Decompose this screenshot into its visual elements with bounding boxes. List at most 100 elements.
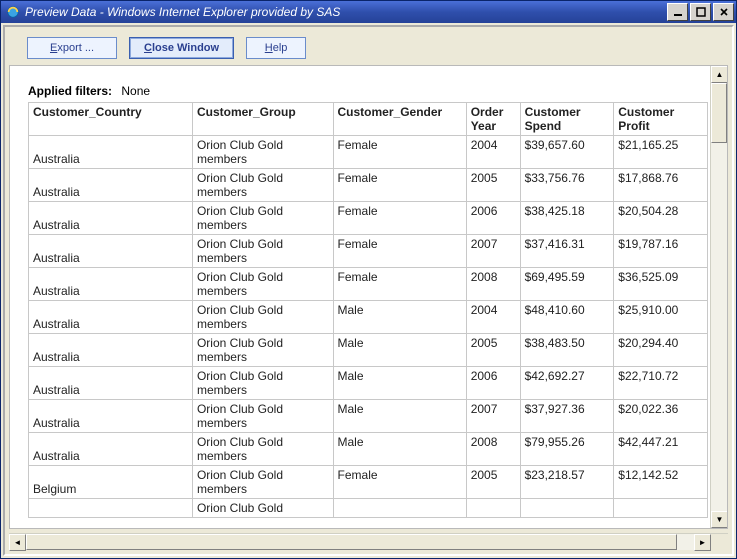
cell-country: Australia bbox=[29, 301, 193, 334]
export-button[interactable]: EExport ...xport ... bbox=[27, 37, 117, 59]
cell-group: Orion Club Gold members bbox=[192, 400, 333, 433]
cell-profit: $42,447.21 bbox=[614, 433, 708, 466]
main-area: Applied filters: None Customer_Country C… bbox=[9, 65, 728, 529]
cell-profit: $20,294.40 bbox=[614, 334, 708, 367]
cell-gender: Female bbox=[333, 169, 466, 202]
table-row[interactable]: Orion Club Gold bbox=[29, 499, 708, 518]
viewport: Applied filters: None Customer_Country C… bbox=[10, 66, 710, 528]
table-row[interactable]: AustraliaOrion Club Gold membersMale2004… bbox=[29, 301, 708, 334]
cell-group: Orion Club Gold members bbox=[192, 169, 333, 202]
cell-year: 2008 bbox=[466, 433, 520, 466]
cell-group: Orion Club Gold bbox=[192, 499, 333, 518]
cell-gender: Female bbox=[333, 235, 466, 268]
cell-year: 2008 bbox=[466, 268, 520, 301]
scroll-up-button[interactable]: ▲ bbox=[711, 66, 728, 83]
hscroll-thumb[interactable] bbox=[26, 534, 677, 550]
cell-spend: $38,483.50 bbox=[520, 334, 614, 367]
toolbar: EExport ...xport ... Close Window Help bbox=[5, 27, 732, 65]
cell-spend: $23,218.57 bbox=[520, 466, 614, 499]
filters-label: Applied filters: bbox=[28, 84, 112, 98]
titlebar[interactable]: Preview Data - Windows Internet Explorer… bbox=[1, 1, 736, 23]
content-frame: EExport ...xport ... Close Window Help A… bbox=[3, 25, 734, 556]
table-row[interactable]: AustraliaOrion Club Gold membersFemale20… bbox=[29, 268, 708, 301]
cell-country: Australia bbox=[29, 136, 193, 169]
cell-year: 2007 bbox=[466, 400, 520, 433]
cell-year: 2006 bbox=[466, 367, 520, 400]
help-button[interactable]: Help bbox=[246, 37, 306, 59]
cell-gender: Male bbox=[333, 400, 466, 433]
col-header-year[interactable]: Order Year bbox=[466, 103, 520, 136]
table-row[interactable]: AustraliaOrion Club Gold membersFemale20… bbox=[29, 235, 708, 268]
vertical-scrollbar[interactable]: ▲ ▼ bbox=[710, 66, 727, 528]
cell-gender: Male bbox=[333, 367, 466, 400]
cell-year: 2005 bbox=[466, 334, 520, 367]
col-header-country[interactable]: Customer_Country bbox=[29, 103, 193, 136]
cell-country: Australia bbox=[29, 334, 193, 367]
col-header-gender[interactable]: Customer_Gender bbox=[333, 103, 466, 136]
cell-country: Australia bbox=[29, 433, 193, 466]
col-header-spend[interactable]: Customer Spend bbox=[520, 103, 614, 136]
table-row[interactable]: AustraliaOrion Club Gold membersFemale20… bbox=[29, 136, 708, 169]
table-row[interactable]: BelgiumOrion Club Gold membersFemale2005… bbox=[29, 466, 708, 499]
cell-year: 2006 bbox=[466, 202, 520, 235]
cell-gender: Male bbox=[333, 433, 466, 466]
table-row[interactable]: AustraliaOrion Club Gold membersMale2005… bbox=[29, 334, 708, 367]
hscroll-track[interactable] bbox=[26, 534, 694, 550]
scroll-down-button[interactable]: ▼ bbox=[711, 511, 728, 528]
cell-year: 2005 bbox=[466, 466, 520, 499]
vscroll-track[interactable] bbox=[711, 83, 727, 511]
filters-value: None bbox=[121, 84, 150, 98]
cell-group: Orion Club Gold members bbox=[192, 367, 333, 400]
cell-gender: Female bbox=[333, 268, 466, 301]
cell-spend: $37,927.36 bbox=[520, 400, 614, 433]
table-row[interactable]: AustraliaOrion Club Gold membersMale2008… bbox=[29, 433, 708, 466]
cell-country: Australia bbox=[29, 367, 193, 400]
close-window-button[interactable]: Close Window bbox=[129, 37, 234, 59]
cell-year bbox=[466, 499, 520, 518]
cell-gender: Female bbox=[333, 202, 466, 235]
scroll-right-button[interactable]: ► bbox=[694, 534, 711, 551]
cell-spend: $37,416.31 bbox=[520, 235, 614, 268]
minimize-button[interactable] bbox=[667, 3, 688, 21]
cell-country bbox=[29, 499, 193, 518]
cell-profit: $20,022.36 bbox=[614, 400, 708, 433]
cell-group: Orion Club Gold members bbox=[192, 268, 333, 301]
cell-profit: $12,142.52 bbox=[614, 466, 708, 499]
table-row[interactable]: AustraliaOrion Club Gold membersMale2007… bbox=[29, 400, 708, 433]
table-row[interactable]: AustraliaOrion Club Gold membersMale2006… bbox=[29, 367, 708, 400]
window-buttons bbox=[667, 3, 734, 21]
window-title: Preview Data - Windows Internet Explorer… bbox=[25, 5, 667, 19]
cell-country: Australia bbox=[29, 268, 193, 301]
cell-gender: Male bbox=[333, 334, 466, 367]
horizontal-scrollbar[interactable]: ◄ ► bbox=[9, 533, 728, 550]
cell-profit: $25,910.00 bbox=[614, 301, 708, 334]
cell-year: 2007 bbox=[466, 235, 520, 268]
close-button[interactable] bbox=[713, 3, 734, 21]
scrollbar-corner bbox=[711, 534, 728, 551]
cell-spend: $79,955.26 bbox=[520, 433, 614, 466]
cell-group: Orion Club Gold members bbox=[192, 433, 333, 466]
cell-year: 2004 bbox=[466, 136, 520, 169]
cell-spend: $48,410.60 bbox=[520, 301, 614, 334]
cell-spend: $69,495.59 bbox=[520, 268, 614, 301]
maximize-button[interactable] bbox=[690, 3, 711, 21]
cell-year: 2005 bbox=[466, 169, 520, 202]
cell-group: Orion Club Gold members bbox=[192, 334, 333, 367]
cell-gender bbox=[333, 499, 466, 518]
scroll-left-button[interactable]: ◄ bbox=[9, 534, 26, 551]
cell-group: Orion Club Gold members bbox=[192, 202, 333, 235]
col-header-group[interactable]: Customer_Group bbox=[192, 103, 333, 136]
table-row[interactable]: AustraliaOrion Club Gold membersFemale20… bbox=[29, 202, 708, 235]
cell-group: Orion Club Gold members bbox=[192, 136, 333, 169]
cell-country: Australia bbox=[29, 400, 193, 433]
cell-country: Australia bbox=[29, 202, 193, 235]
table-body: AustraliaOrion Club Gold membersFemale20… bbox=[29, 136, 708, 518]
cell-profit: $22,710.72 bbox=[614, 367, 708, 400]
cell-country: Belgium bbox=[29, 466, 193, 499]
cell-spend bbox=[520, 499, 614, 518]
ie-icon bbox=[5, 4, 21, 20]
table-row[interactable]: AustraliaOrion Club Gold membersFemale20… bbox=[29, 169, 708, 202]
vscroll-thumb[interactable] bbox=[711, 83, 727, 143]
table-header-row: Customer_Country Customer_Group Customer… bbox=[29, 103, 708, 136]
col-header-profit[interactable]: Customer Profit bbox=[614, 103, 708, 136]
